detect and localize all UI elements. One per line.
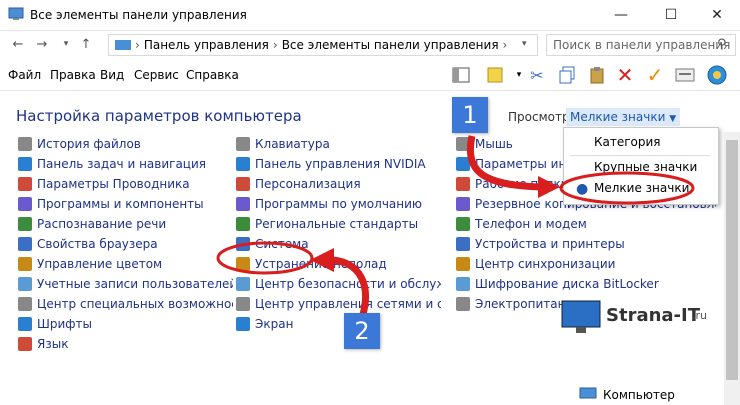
logo-brand: Strana-IT (606, 305, 700, 326)
arrow-2-head (310, 248, 334, 272)
arrow-2 (331, 256, 369, 320)
step-badge-2: 2 (344, 313, 380, 349)
logo-suffix: .ru (692, 309, 707, 322)
status-bar: Компьютер (575, 384, 740, 405)
strana-it-logo: Strana-IT .ru (560, 295, 720, 340)
status-text: Компьютер (603, 388, 675, 402)
highlight-small-icons (559, 171, 695, 205)
computer-icon (579, 387, 597, 399)
highlight-system (216, 241, 314, 275)
logo-monitor-icon (561, 300, 601, 333)
step-badge-1: 1 (452, 97, 488, 133)
arrow-1-head (538, 176, 560, 198)
arrow-1 (467, 135, 541, 191)
